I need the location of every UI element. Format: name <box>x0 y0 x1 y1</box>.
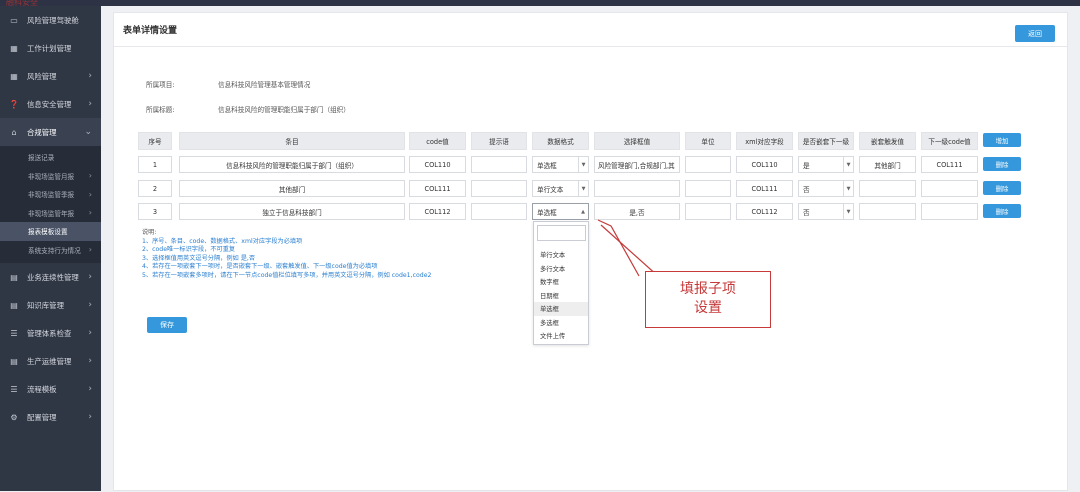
sidebar-item-label: 生产运维管理 <box>27 356 72 366</box>
submenu-item-report-template[interactable]: 报表模板设置 <box>0 222 101 241</box>
sidebar-item-label: 工作计划管理 <box>27 43 72 53</box>
sidebar-item-label: 合规管理 <box>27 127 57 137</box>
sidebar-item-label: 知识库管理 <box>27 300 64 310</box>
sidebar-item-process-template[interactable]: ☰ 流程模板 › <box>0 375 101 403</box>
sidebar-item-label: 风险管理驾驶舱 <box>27 15 79 25</box>
sidebar-item-management-inspection[interactable]: ☰ 管理体系检查 › <box>0 319 101 347</box>
chevron-down-icon: ⌄ <box>84 127 92 137</box>
sidebar-item-work-plan[interactable]: ▦ 工作计划管理 <box>0 34 101 62</box>
submenu-label: 非现场监管季报 <box>28 191 75 200</box>
chevron-right-icon: › <box>88 328 92 338</box>
sidebar-item-label: 配置管理 <box>27 412 57 422</box>
submenu-label: 报送记录 <box>28 154 55 163</box>
calendar-icon: ▦ <box>10 71 18 81</box>
chevron-right-icon: › <box>88 384 92 394</box>
submenu-item-quarterly-report[interactable]: 非现场监管季报 › <box>0 185 101 204</box>
sidebar-item-label: 流程模板 <box>27 384 57 394</box>
annotation-callout: 填报子项 设置 <box>645 271 771 328</box>
submenu-item-system-support[interactable]: 系统支持行为情况 › <box>0 241 101 260</box>
sidebar-item-risk-management[interactable]: ▦ 风险管理 › <box>0 62 101 90</box>
sidebar-item-risk-cockpit[interactable]: ▭ 风险管理驾驶舱 <box>0 6 101 34</box>
calendar-icon: ▦ <box>10 43 18 53</box>
chevron-right-icon: › <box>88 245 92 255</box>
sidebar-item-info-security[interactable]: ❓ 信息安全管理 › <box>0 90 101 118</box>
sidebar-item-label: 业务连续性管理 <box>27 272 79 282</box>
chevron-right-icon: › <box>88 71 92 81</box>
inbox-icon: ⌂ <box>11 127 17 137</box>
sidebar-item-knowledge-base[interactable]: ▤ 知识库管理 › <box>0 291 101 319</box>
sidebar-item-label: 管理体系检查 <box>27 328 72 338</box>
callout-line: 设置 <box>694 300 722 316</box>
sidebar-item-production-ops[interactable]: ▤ 生产运维管理 › <box>0 347 101 375</box>
chevron-right-icon: › <box>88 412 92 422</box>
chevron-right-icon: › <box>88 99 92 109</box>
submenu-label: 非现场监管年报 <box>28 209 75 218</box>
submenu-item-submission-records[interactable]: 报送记录 <box>0 148 101 167</box>
chevron-right-icon: › <box>88 208 92 218</box>
gear-icon: ⚙ <box>10 412 18 422</box>
desktop-icon: ▭ <box>10 15 18 25</box>
chevron-right-icon: › <box>88 356 92 366</box>
question-icon: ❓ <box>9 99 19 109</box>
submenu-label: 非现场监管月报 <box>28 172 75 181</box>
list-icon: ☰ <box>10 328 18 338</box>
file-icon: ▤ <box>10 300 18 310</box>
callout-line: 填报子项 <box>680 281 736 297</box>
submenu-item-annual-report[interactable]: 非现场监管年报 › <box>0 204 101 223</box>
chevron-right-icon: › <box>88 171 92 181</box>
list-icon: ☰ <box>10 384 18 394</box>
main-area: 表单详情设置 返回 所属项目: 信息科技风险管理基本管理情况 所属标题: 信息科… <box>101 6 1080 491</box>
sidebar-item-business-continuity[interactable]: ▤ 业务连续性管理 › <box>0 263 101 291</box>
sidebar-item-label: 风险管理 <box>27 71 57 81</box>
file-icon: ▤ <box>10 272 18 282</box>
chevron-right-icon: › <box>88 300 92 310</box>
chevron-right-icon: › <box>88 272 92 282</box>
compliance-submenu: 报送记录 非现场监管月报 › 非现场监管季报 › 非现场监管年报 › 报表模板设置 系… <box>0 146 101 263</box>
submenu-item-monthly-report[interactable]: 非现场监管月报 › <box>0 167 101 186</box>
chevron-right-icon: › <box>88 189 92 199</box>
submenu-label: 系统支持行为情况 <box>28 246 81 255</box>
sidebar: ▭ 风险管理驾驶舱 ▦ 工作计划管理 ▦ 风险管理 › ❓ 信息安全管理 › ⌂… <box>0 6 101 491</box>
submenu-label: 报表模板设置 <box>28 228 68 237</box>
sidebar-item-compliance[interactable]: ⌂ 合规管理 ⌄ <box>0 118 101 146</box>
sidebar-item-label: 信息安全管理 <box>27 99 72 109</box>
callout-arrow <box>597 219 679 295</box>
form-detail-panel: 表单详情设置 返回 所属项目: 信息科技风险管理基本管理情况 所属标题: 信息科… <box>113 12 1068 491</box>
file-icon: ▤ <box>10 356 18 366</box>
sidebar-item-config[interactable]: ⚙ 配置管理 › <box>0 403 101 431</box>
